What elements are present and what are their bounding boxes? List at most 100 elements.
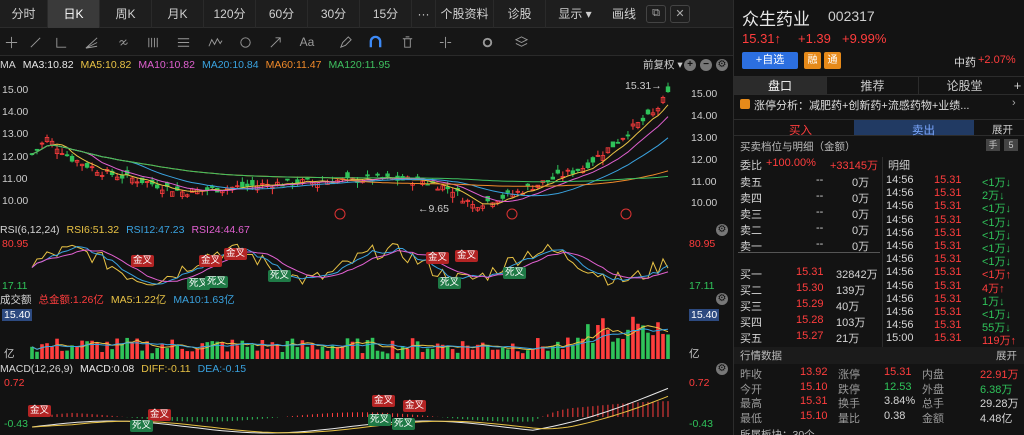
- trash-icon[interactable]: [398, 33, 416, 51]
- settings-indicator-icon[interactable]: ⚙: [716, 224, 728, 236]
- bid-label: 买五: [740, 333, 762, 345]
- buy-button[interactable]: 买入: [789, 122, 812, 138]
- text-tool-icon[interactable]: Aa: [298, 33, 316, 51]
- volume-bar: [210, 341, 215, 359]
- volume-bar: [390, 340, 395, 359]
- ask-label: 卖二: [740, 225, 762, 237]
- tab-more[interactable]: ···: [412, 0, 436, 28]
- rsi12-label: RSI12:47.23: [126, 224, 185, 236]
- chevron-right-icon[interactable]: ›: [1012, 97, 1016, 109]
- ask-price: --: [816, 206, 824, 218]
- candle-body: [640, 117, 646, 122]
- tick-price: 15.31: [934, 226, 962, 239]
- sell-button[interactable]: 卖出: [912, 122, 935, 138]
- volume-bar: [180, 348, 185, 359]
- tab-60min[interactable]: 60分: [256, 0, 308, 28]
- split-icon[interactable]: [436, 33, 454, 51]
- volume-bar: [190, 351, 195, 359]
- tab-recommend[interactable]: 推荐: [826, 77, 918, 94]
- fan-icon[interactable]: [82, 33, 100, 51]
- tick-time: 14:56: [886, 226, 914, 239]
- layers-icon[interactable]: [512, 33, 530, 51]
- hand-unit-button[interactable]: 手: [986, 139, 1000, 151]
- tab-weekly-k[interactable]: 周K: [100, 0, 152, 28]
- volume-bar: [641, 325, 645, 359]
- volume-bar: [370, 337, 375, 359]
- tab-profile[interactable]: 个股资料: [436, 0, 494, 28]
- add-watchlist-button[interactable]: +自选: [742, 52, 798, 69]
- settings-indicator-icon[interactable]: ⚙: [716, 363, 728, 375]
- tab-120min[interactable]: 120分: [204, 0, 256, 28]
- remove-indicator-icon[interactable]: −: [700, 59, 712, 71]
- adjust-dropdown[interactable]: 前复权 ▾: [643, 57, 683, 72]
- rsi24-line: [31, 249, 669, 283]
- corner-icon[interactable]: [52, 33, 70, 51]
- tick-price: 15.31: [934, 174, 962, 186]
- tab-daily-k[interactable]: 日K: [48, 0, 100, 28]
- tab-forum[interactable]: 论股堂: [918, 77, 1010, 94]
- tick-price: 15.31: [934, 279, 962, 292]
- volume-bar: [470, 349, 475, 359]
- tick-time: 14:56: [886, 292, 914, 305]
- candle-body: [590, 157, 596, 163]
- add-indicator-icon[interactable]: +: [684, 59, 696, 71]
- settings-indicator-icon[interactable]: ⚙: [716, 59, 728, 71]
- sector-count[interactable]: 所属板块：30个: [740, 427, 815, 435]
- bars-icon[interactable]: [144, 33, 162, 51]
- volume-bar: [450, 349, 455, 359]
- line-icon[interactable]: [26, 33, 44, 51]
- macd-top-label: 0.72: [4, 377, 25, 389]
- tab-fenshi[interactable]: 分时: [0, 0, 48, 28]
- volume-bar: [571, 345, 575, 359]
- market-row: 最高 15.31 换手 3.84% 总手 29.28万: [734, 395, 1024, 410]
- pen-icon[interactable]: [336, 33, 354, 51]
- sector-name[interactable]: 中药: [954, 54, 976, 70]
- restore-icon[interactable]: ⧉: [646, 4, 666, 23]
- link-icon[interactable]: [114, 33, 132, 51]
- expand-button[interactable]: 展开: [992, 122, 1013, 137]
- volume-bar: [160, 344, 165, 359]
- volume-bar: [35, 351, 39, 359]
- candle-body: [585, 162, 591, 169]
- death-cross-tag: 死叉: [438, 277, 462, 289]
- tab-diagnose[interactable]: 诊股: [494, 0, 546, 28]
- volume-name: 成交额: [0, 293, 32, 306]
- candle-body: [385, 173, 390, 177]
- right-axis-label: 13.00: [691, 132, 718, 144]
- tab-monthly-k[interactable]: 月K: [152, 0, 204, 28]
- tab-pankou[interactable]: 盘口: [734, 77, 826, 94]
- ma10-line: [31, 116, 669, 203]
- magnet-icon[interactable]: [366, 33, 384, 51]
- market-expand-button[interactable]: 展开: [996, 348, 1017, 363]
- tick-price: 15.31: [934, 306, 962, 318]
- tab-30min[interactable]: 30分: [308, 0, 360, 28]
- stock-change: +1.39: [798, 31, 831, 46]
- macd-header: MACD(12,26,9) MACD:0.08 DIFF:-0.11 DEA:-…: [0, 361, 733, 377]
- golden-cross-tag: 金叉: [28, 405, 52, 417]
- volume-bar: [420, 352, 425, 359]
- wave-icon[interactable]: [206, 33, 224, 51]
- quote-panel: 众生药业 002317 15.31↑ +1.39 +9.99% +自选 融 通 …: [733, 0, 1024, 435]
- volume-bar: [255, 350, 260, 359]
- gear-icon[interactable]: [478, 33, 496, 51]
- volume-bar: [155, 348, 159, 359]
- diff-label: DIFF:-0.11: [141, 363, 191, 375]
- cycle-icon[interactable]: [236, 33, 254, 51]
- settings-indicator-icon[interactable]: ⚙: [716, 293, 728, 305]
- volume-bar: [405, 348, 410, 359]
- draw-line-button[interactable]: 画线: [604, 0, 644, 28]
- add-tab-icon[interactable]: +: [1010, 77, 1024, 94]
- volume-ma5-label: MA5:1.22亿: [110, 293, 167, 306]
- display-dropdown[interactable]: 显示 ▾: [546, 0, 604, 28]
- channel-icon[interactable]: [174, 33, 192, 51]
- weibi-label: 委比: [740, 160, 762, 172]
- ask-price: --: [816, 238, 824, 250]
- close-icon[interactable]: ✕: [670, 4, 690, 23]
- arrow-icon[interactable]: [266, 33, 284, 51]
- limit-analysis[interactable]: 涨停分析：减肥药+创新药+流感药物+业绩...: [754, 97, 969, 113]
- five-level-button[interactable]: 5: [1004, 139, 1018, 151]
- crosshair-icon[interactable]: [2, 33, 20, 51]
- tab-15min[interactable]: 15分: [360, 0, 412, 28]
- candle-body: [305, 177, 310, 180]
- last-price-tag: 15.31→: [625, 80, 662, 92]
